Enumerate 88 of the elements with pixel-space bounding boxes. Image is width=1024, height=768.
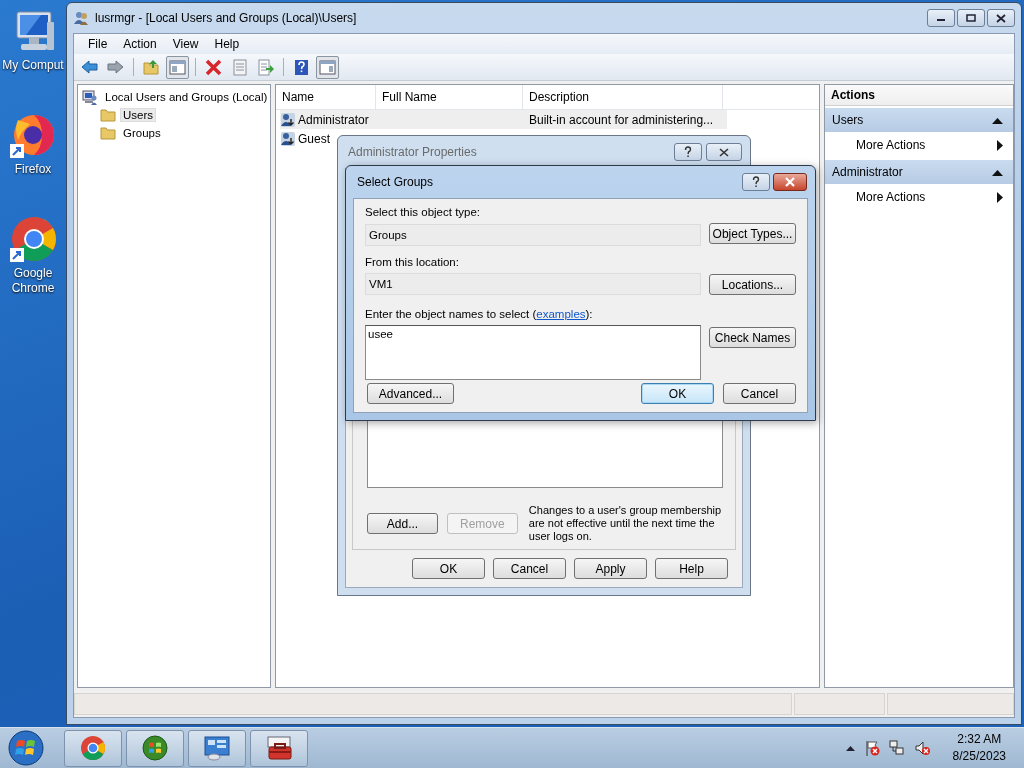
actions-section-header[interactable]: Users — [825, 108, 1013, 132]
dialog-button[interactable]: Apply — [574, 558, 647, 579]
membership-note: Changes to a user's group membership are not effective until the next time the user logs on. — [528, 504, 723, 543]
examples-link[interactable]: examples — [536, 308, 586, 320]
advanced-button[interactable]: Advanced... — [367, 383, 454, 404]
field-label: From this location: — [365, 255, 460, 270]
names-input[interactable]: usee — [365, 325, 701, 380]
close-icon — [784, 177, 796, 187]
column-header[interactable]: Full Name — [376, 85, 523, 109]
tree-pane-icon[interactable] — [166, 55, 189, 79]
icon-label[interactable]: Firefox — [14, 162, 52, 177]
flag-icon[interactable] — [863, 740, 880, 756]
close-button[interactable] — [773, 173, 807, 191]
tree-item[interactable]: Groups — [120, 126, 164, 140]
user-icon — [280, 130, 296, 147]
tree-item[interactable]: Local Users and Groups (Local) — [102, 90, 271, 104]
chrome-icon — [8, 214, 58, 264]
computer-users-icon — [82, 89, 98, 105]
clock-date: 8/25/2023 — [952, 748, 1006, 765]
tree-item[interactable]: Users — [120, 108, 157, 122]
description: Built-in account for administering... — [529, 112, 714, 127]
action-link[interactable]: More Actions — [856, 190, 926, 204]
submenu-arrow-icon — [997, 191, 1003, 203]
help-icon — [751, 176, 761, 188]
close-button[interactable] — [706, 143, 742, 161]
icon-label[interactable]: My Comput — [2, 58, 64, 73]
toolbox-icon — [266, 735, 292, 761]
close-icon — [719, 147, 729, 157]
clock[interactable]: 2:32 AM 8/25/2023 — [952, 731, 1006, 765]
column-header[interactable]: Name — [276, 85, 376, 109]
list-row[interactable]: Administrator Built-in account for administering... — [280, 110, 727, 129]
taskbar-button[interactable] — [126, 729, 184, 767]
action-pane-icon[interactable] — [316, 55, 339, 79]
action-link[interactable]: More Actions — [856, 138, 926, 152]
object-type-field: Groups — [365, 224, 701, 246]
minimize-button[interactable] — [927, 9, 955, 27]
add-button[interactable]: Add... — [367, 513, 438, 534]
help-icon — [683, 146, 693, 158]
actions-header: Actions — [825, 85, 1013, 106]
field-label: Select this object type: — [365, 205, 482, 220]
menu-item[interactable]: Action — [115, 34, 165, 54]
taskbar-button[interactable] — [188, 729, 246, 767]
start-button[interactable] — [6, 728, 46, 768]
user-name: Guest — [298, 131, 330, 146]
control-panel-icon — [204, 735, 230, 761]
help-button[interactable] — [742, 173, 770, 191]
media-player-icon — [142, 735, 168, 761]
chrome-icon — [80, 735, 106, 761]
locations-button[interactable]: Locations... — [709, 274, 796, 295]
collapse-icon[interactable] — [992, 168, 1003, 176]
restore-icon — [966, 14, 976, 22]
menu-item[interactable]: Help — [206, 34, 248, 54]
taskbar-button[interactable] — [250, 729, 308, 767]
users-icon — [73, 10, 89, 26]
collapse-icon[interactable] — [992, 116, 1003, 124]
location-field: VM1 — [365, 273, 701, 295]
section-title: Administrator — [832, 165, 903, 179]
actions-section-header[interactable]: Administrator — [825, 160, 1013, 184]
section-title: Users — [832, 113, 864, 127]
user-icon — [280, 111, 296, 128]
folder-icon — [100, 126, 116, 140]
menu-item[interactable]: View — [164, 34, 207, 54]
speaker-icon[interactable] — [913, 740, 930, 756]
restore-button[interactable] — [957, 9, 985, 27]
window-title: lusrmgr - [Local Users and Groups (Local)\Users] — [95, 11, 358, 25]
clock-time: 2:32 AM — [957, 731, 1002, 748]
menu-item[interactable]: File — [80, 34, 116, 54]
column-header[interactable]: Description — [523, 85, 723, 109]
dialog-button[interactable]: Cancel — [493, 558, 566, 579]
show-hidden-icons-icon[interactable] — [845, 745, 855, 751]
user-name: Administrator — [298, 112, 369, 127]
help-button[interactable] — [674, 143, 702, 161]
network-icon[interactable] — [888, 740, 905, 756]
submenu-arrow-icon — [997, 139, 1003, 151]
check-names-button[interactable]: Check Names — [709, 327, 796, 348]
list-row[interactable]: Guest — [280, 129, 727, 148]
dialog-title: Administrator Properties — [348, 145, 478, 159]
dialog-button[interactable]: OK — [641, 383, 714, 404]
close-icon — [996, 13, 1006, 23]
icon-label[interactable]: Google Chrome — [8, 266, 58, 296]
object-types-button[interactable]: Object Types... — [709, 223, 796, 244]
dialog-button[interactable]: OK — [412, 558, 485, 579]
dialog-title: Select Groups — [357, 175, 435, 189]
dialog-button[interactable]: Help — [655, 558, 728, 579]
dialog-button[interactable]: Cancel — [723, 383, 796, 404]
field-label: Enter the object names to select (examples): — [365, 307, 594, 322]
close-button[interactable] — [987, 9, 1015, 27]
folder-icon — [100, 108, 116, 122]
